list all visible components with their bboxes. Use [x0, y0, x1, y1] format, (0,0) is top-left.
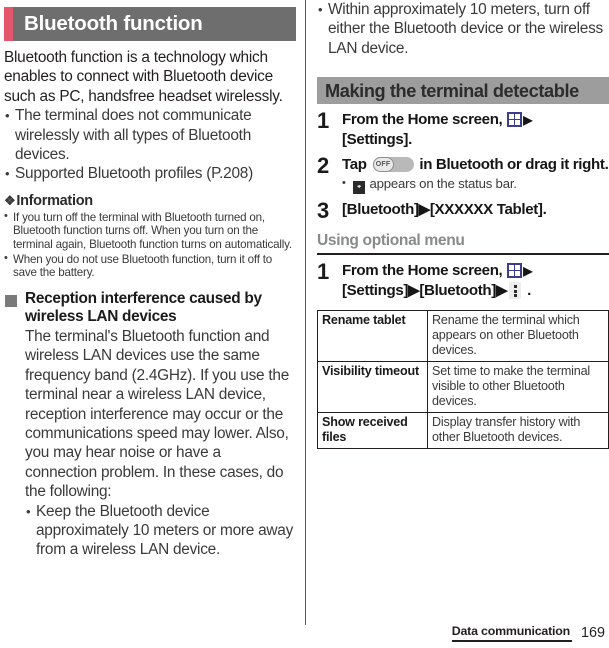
table-row: Rename tablet Rename the terminal which …: [317, 310, 609, 363]
step-number: 3: [317, 198, 329, 224]
step-1: 1 From the Home screen, ▶ [Settings].: [317, 110, 609, 149]
interference-section-body: The terminal's Bluetooth function and wi…: [25, 328, 290, 501]
step-text-part: [Settings].: [342, 131, 412, 149]
step-note-text: appears on the status bar.: [366, 176, 517, 192]
continued-bullet-list: Within approximately 10 meters, turn off…: [317, 0, 609, 58]
floret-icon: ❖: [4, 193, 16, 209]
page-number: 169: [580, 625, 605, 641]
table-cell-value: Display transfer history with other Blue…: [427, 412, 609, 450]
arrow-right-icon: ▶: [523, 113, 533, 128]
table-cell-value: Rename the terminal which appears on oth…: [427, 310, 609, 363]
lead-bullet-list: The terminal does not communicate wirele…: [4, 106, 296, 184]
step-text-part: .: [523, 282, 531, 300]
title-accent-bar: [4, 7, 13, 41]
step-3: 3 [Bluetooth]▶[XXXXXX Tablet].: [317, 198, 609, 224]
toggle-off-switch-icon: OFF: [372, 157, 414, 173]
table-cell-key: Rename tablet: [317, 310, 428, 363]
step-text-part: in Bluetooth or drag it right.: [415, 156, 609, 174]
manual-page: Bluetooth function Bluetooth function is…: [0, 0, 609, 648]
square-marker-icon: [5, 294, 17, 307]
table-row: Show received files Display transfer his…: [317, 412, 609, 450]
table-row: Visibility timeout Set time to make the …: [317, 361, 609, 414]
list-item: Supported Bluetooth profiles (P.208): [4, 164, 296, 184]
step-text-part: From the Home screen,: [342, 111, 507, 129]
right-column: Within approximately 10 meters, turn off…: [317, 0, 609, 450]
lead-paragraph: Bluetooth function is a technology which…: [4, 49, 283, 105]
step-text-part: From the Home screen,: [342, 262, 507, 280]
information-bullet-list: If you turn off the terminal with Blueto…: [4, 210, 296, 280]
optional-menu-rule: [317, 253, 609, 256]
step-2: 2 Tap OFF in Bluetooth or drag it right.…: [317, 153, 609, 195]
step-text: From the Home screen, ▶ [Settings]▶[Bluet…: [342, 261, 609, 300]
table-cell-key: Visibility timeout: [317, 361, 428, 414]
section-header-title: Making the terminal detectable: [325, 80, 579, 101]
app-grid-icon: [507, 263, 523, 279]
interference-section-title: Reception interference caused by wireles…: [25, 289, 262, 326]
page-footer: Data communication 169: [451, 624, 605, 642]
app-grid-icon: [507, 112, 523, 128]
list-item: The terminal does not communicate wirele…: [4, 106, 296, 164]
information-heading: ❖ Information: [4, 193, 296, 209]
left-column: Bluetooth function Bluetooth function is…: [4, 0, 296, 560]
section-header-bar: Making the terminal detectable: [317, 77, 609, 105]
bluetooth-status-icon: ᛭: [353, 181, 365, 195]
step-number: 1: [317, 108, 329, 134]
step-number: 2: [317, 153, 329, 179]
step-text: Tap OFF in Bluetooth or drag it right. ᛭…: [342, 155, 609, 195]
arrow-right-icon: ▶: [523, 264, 533, 279]
footer-chapter-title: Data communication: [451, 624, 572, 642]
interference-section: Reception interference caused by wireles…: [4, 290, 296, 560]
toggle-knob-label: OFF: [372, 157, 394, 173]
interference-bullet-list: Keep the Bluetooth device approximately …: [25, 502, 296, 560]
table-cell-key: Show received files: [317, 412, 428, 450]
step-text: From the Home screen, ▶ [Settings].: [342, 110, 609, 149]
table-cell-value: Set time to make the terminal visible to…: [427, 361, 609, 414]
step-text-part: [Settings]▶[Bluetooth]▶: [342, 282, 508, 300]
step-2-note: ᛭ appears on the status bar.: [342, 175, 609, 195]
list-item: Keep the Bluetooth device approximately …: [25, 502, 296, 560]
step-text: [Bluetooth]▶[XXXXXX Tablet].: [342, 201, 547, 219]
list-item: When you do not use Bluetooth function, …: [4, 252, 296, 280]
optional-menu-heading: Using optional menu: [317, 232, 465, 250]
column-divider: [305, 0, 306, 625]
chapter-title-bar: Bluetooth function: [4, 7, 296, 41]
overflow-menu-icon: [509, 282, 522, 300]
optional-menu-table: Rename tablet Rename the terminal which …: [317, 310, 609, 450]
page-title: Bluetooth function: [24, 11, 203, 35]
list-item: Within approximately 10 meters, turn off…: [317, 0, 609, 58]
information-heading-label: Information: [16, 192, 93, 209]
optional-menu-step-1: 1 From the Home screen, ▶ [Settings]▶[Blu…: [317, 261, 609, 300]
list-item: If you turn off the terminal with Blueto…: [4, 210, 296, 252]
step-number: 1: [317, 259, 329, 285]
step-text-part: Tap: [342, 156, 371, 174]
